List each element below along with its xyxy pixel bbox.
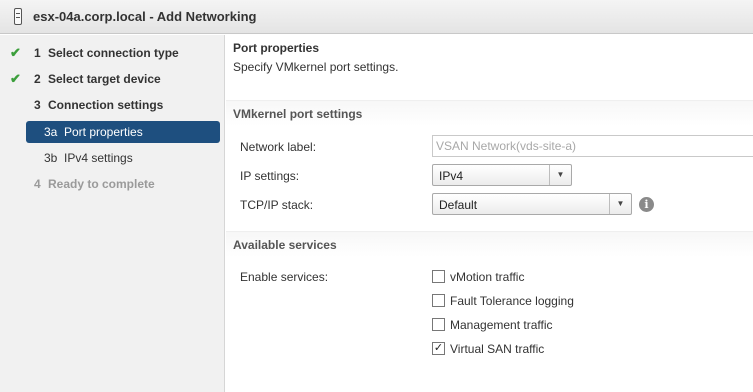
wizard-steps-sidebar: ✔ 1 Select connection type ✔ 2 Select ta… bbox=[0, 35, 225, 392]
tcpip-stack-select[interactable]: Default ▼ bbox=[432, 193, 632, 215]
page-description: Specify VMkernel port settings. bbox=[233, 60, 399, 74]
step-number: 1 bbox=[34, 46, 41, 60]
step-complete-check-icon: ✔ bbox=[10, 71, 21, 86]
enable-services-label: Enable services: bbox=[240, 270, 329, 284]
info-icon[interactable]: i bbox=[639, 197, 654, 212]
step-complete-check-icon: ✔ bbox=[10, 45, 21, 60]
ip-settings-select[interactable]: IPv4 ▼ bbox=[432, 164, 572, 186]
step-label: Ready to complete bbox=[48, 177, 155, 191]
section-title: Available services bbox=[233, 238, 337, 252]
wizard-step-4: 4 Ready to complete bbox=[0, 173, 225, 195]
step-number: 3b bbox=[44, 151, 58, 165]
step-label: Connection settings bbox=[48, 98, 164, 112]
window-titlebar: esx-04a.corp.local - Add Networking bbox=[0, 0, 753, 34]
host-icon bbox=[14, 8, 22, 25]
vmkernel-section-header: VMkernel port settings bbox=[226, 100, 753, 126]
checkbox[interactable] bbox=[432, 270, 445, 283]
wizard-step-3a[interactable]: 3a Port properties bbox=[26, 121, 220, 143]
step-label: Select connection type bbox=[48, 46, 179, 60]
service-label: Management traffic bbox=[450, 318, 553, 332]
service-label: vMotion traffic bbox=[450, 270, 525, 284]
ip-settings-label: IP settings: bbox=[240, 169, 300, 183]
network-label-label: Network label: bbox=[240, 140, 317, 154]
step-number: 4 bbox=[34, 177, 41, 191]
step-number: 2 bbox=[34, 72, 41, 86]
step-label: Select target device bbox=[48, 72, 161, 86]
section-title: VMkernel port settings bbox=[233, 107, 363, 121]
step-label: Port properties bbox=[64, 125, 143, 139]
checkbox-checked[interactable]: ✓ bbox=[432, 342, 445, 355]
wizard-step-3b[interactable]: 3b IPv4 settings bbox=[26, 147, 220, 169]
checkbox[interactable] bbox=[432, 318, 445, 331]
ip-settings-value: IPv4 bbox=[439, 169, 464, 183]
chevron-down-icon[interactable]: ▼ bbox=[549, 165, 571, 185]
wizard-step-2[interactable]: ✔ 2 Select target device bbox=[0, 68, 225, 90]
services-section-header: Available services bbox=[226, 231, 753, 257]
service-label: Fault Tolerance logging bbox=[450, 294, 574, 308]
tcpip-stack-label: TCP/IP stack: bbox=[240, 198, 314, 212]
step-number: 3 bbox=[34, 98, 41, 112]
wizard-step-3[interactable]: 3 Connection settings bbox=[0, 94, 225, 116]
wizard-content: Port properties Specify VMkernel port se… bbox=[226, 35, 753, 392]
page-title: Port properties bbox=[233, 41, 320, 55]
tcpip-stack-value: Default bbox=[439, 198, 478, 212]
step-number: 3a bbox=[44, 125, 58, 139]
step-label: IPv4 settings bbox=[64, 151, 133, 165]
window-title: esx-04a.corp.local - Add Networking bbox=[33, 9, 257, 24]
network-label-input[interactable] bbox=[432, 135, 753, 157]
checkbox[interactable] bbox=[432, 294, 445, 307]
wizard-step-1[interactable]: ✔ 1 Select connection type bbox=[0, 42, 225, 64]
chevron-down-icon[interactable]: ▼ bbox=[609, 194, 631, 214]
service-label: Virtual SAN traffic bbox=[450, 342, 545, 356]
